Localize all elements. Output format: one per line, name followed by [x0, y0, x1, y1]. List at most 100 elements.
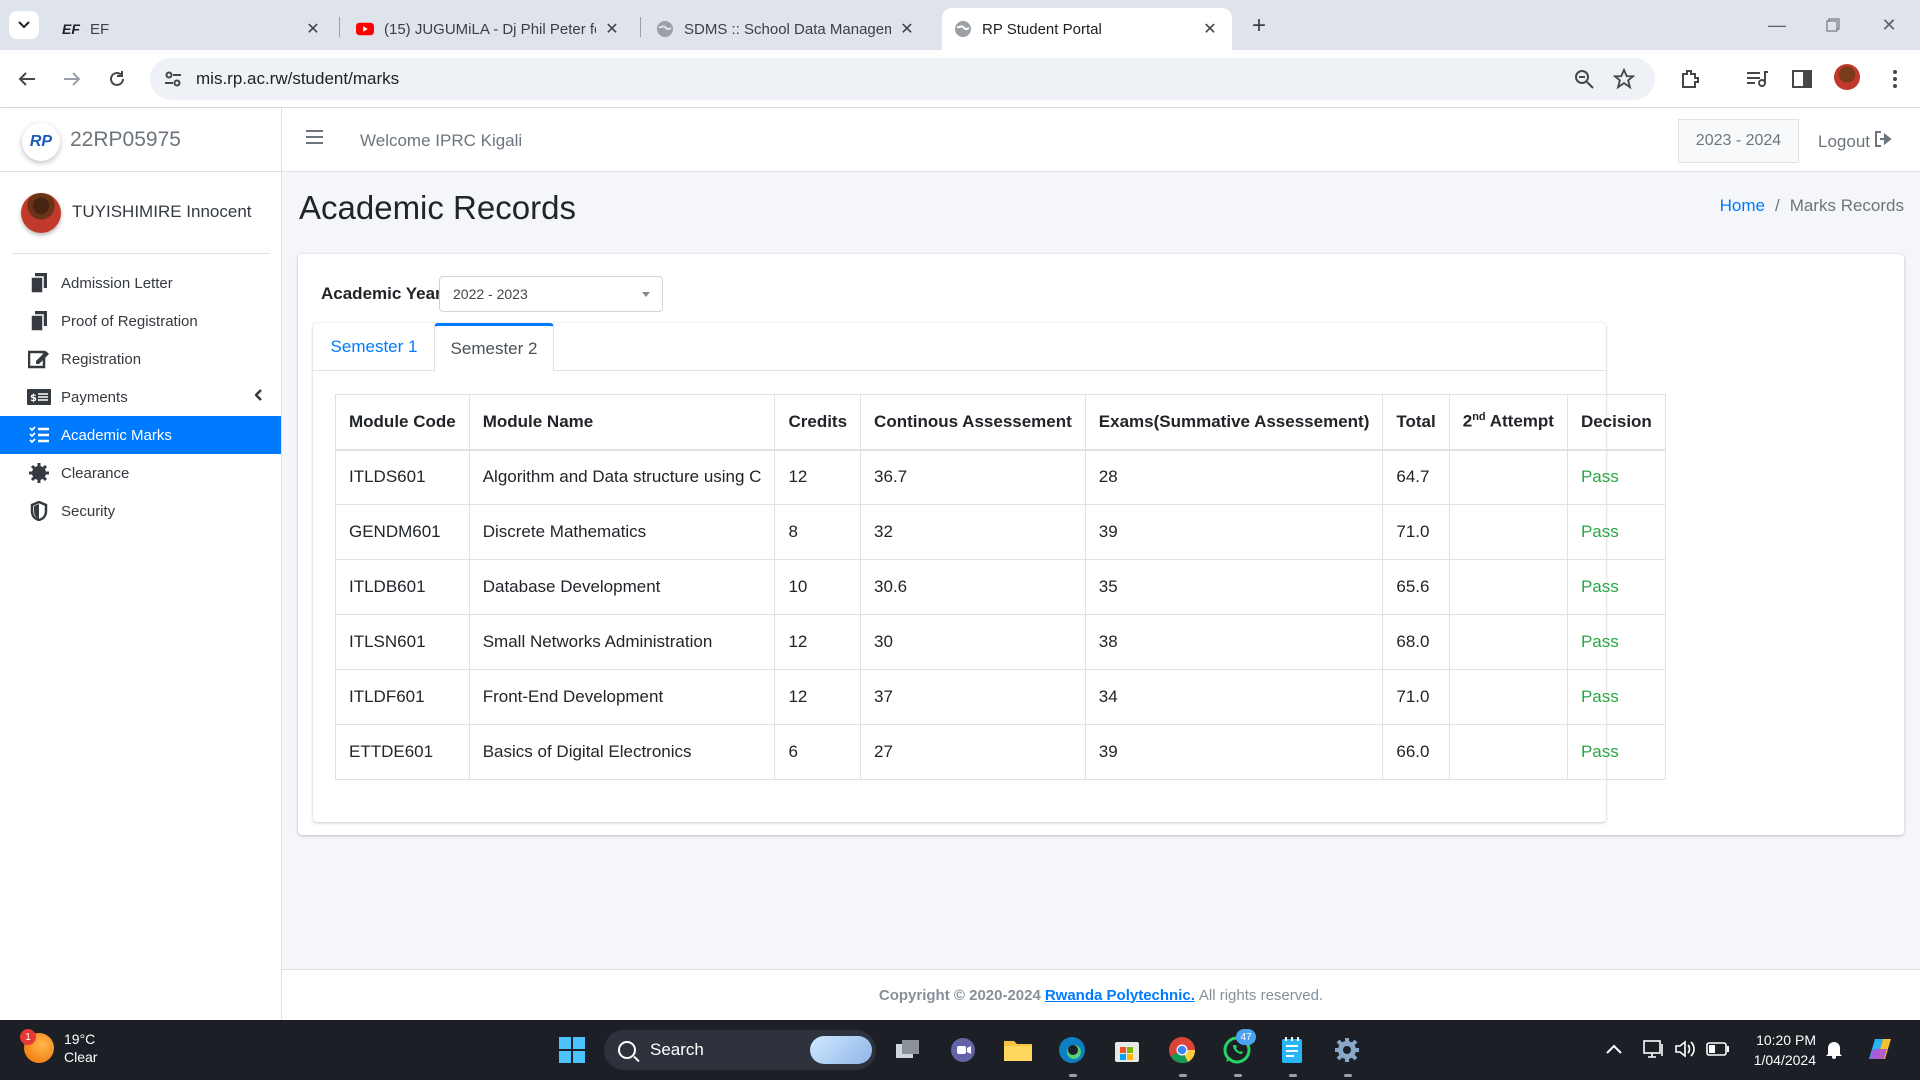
tab-search-button[interactable]: [9, 11, 39, 39]
close-tab-icon[interactable]: ✕: [602, 19, 622, 39]
user-panel: TUYISHIMIRE Innocent: [12, 172, 270, 254]
second-attempt: [1448, 724, 1568, 780]
breadcrumb: Home / Marks Records: [1720, 196, 1904, 216]
chevron-up-icon[interactable]: [1606, 1037, 1622, 1061]
breadcrumb-home[interactable]: Home: [1720, 196, 1765, 216]
whatsapp-badge: 47: [1236, 1029, 1256, 1045]
file-explorer-icon[interactable]: [1001, 1033, 1035, 1067]
brand-text: 22RP05975: [70, 128, 181, 151]
browser-tab-sdms[interactable]: SDMS :: School Data Manageme ✕: [644, 8, 929, 50]
list-icon: [27, 424, 51, 446]
tab-title: (15) JUGUMiLA - Dj Phil Peter fe: [384, 20, 596, 38]
close-tab-icon[interactable]: ✕: [897, 19, 917, 39]
sidebar-item-payments[interactable]: $ Payments: [0, 378, 281, 416]
minimize-icon[interactable]: —: [1762, 10, 1792, 40]
sidebar-item-admission-letter[interactable]: Admission Letter: [0, 264, 281, 302]
sidebar-item-label: Admission Letter: [61, 274, 173, 292]
bookmark-star-icon[interactable]: [1612, 67, 1636, 95]
browser-tab-rp-portal[interactable]: RP Student Portal ✕: [942, 8, 1232, 50]
back-icon[interactable]: [12, 64, 42, 94]
weather-widget[interactable]: 1 19°C Clear: [20, 1029, 97, 1066]
forward-icon[interactable]: [57, 64, 87, 94]
new-tab-button[interactable]: +: [1246, 12, 1272, 39]
battery-icon[interactable]: [1706, 1037, 1730, 1061]
dropdown-arrow-icon: [642, 292, 650, 297]
browser-menu-icon[interactable]: [1880, 64, 1910, 94]
credits: 10: [774, 559, 862, 615]
module-name: Basics of Digital Electronics: [468, 724, 776, 780]
browser-tab-ef[interactable]: EF EF ✕: [50, 8, 335, 50]
tab-semester-1[interactable]: Semester 1: [313, 323, 435, 371]
edge-browser-icon[interactable]: [1055, 1033, 1089, 1067]
globe-icon: [954, 20, 972, 38]
close-tab-icon[interactable]: ✕: [303, 19, 323, 39]
address-bar[interactable]: mis.rp.ac.rw/student/marks: [150, 58, 1655, 100]
chrome-icon[interactable]: [1165, 1033, 1199, 1067]
sidebar-item-academic-marks[interactable]: Academic Marks: [0, 416, 281, 454]
footer-org-link[interactable]: Rwanda Polytechnic.: [1045, 987, 1195, 1004]
volume-icon[interactable]: [1674, 1037, 1696, 1061]
notification-bell-icon[interactable]: [1825, 1037, 1843, 1061]
continuous-assessment: 30.6: [860, 559, 1086, 615]
running-indicator: [1289, 1074, 1297, 1077]
teams-chat-icon[interactable]: [946, 1033, 980, 1067]
logout-link[interactable]: Logout: [1818, 131, 1892, 152]
continuous-assessment: 32: [860, 504, 1086, 560]
chevron-left-icon[interactable]: [254, 388, 263, 404]
main-header: Welcome IPRC Kigali 2023 - 2024 Logout: [282, 108, 1920, 172]
media-control-icon[interactable]: [1742, 64, 1772, 94]
academic-year-button[interactable]: 2023 - 2024: [1678, 119, 1799, 163]
reload-icon[interactable]: [102, 64, 132, 94]
side-panel-icon[interactable]: [1787, 64, 1817, 94]
taskbar-search[interactable]: Search: [604, 1030, 876, 1070]
exam-score: 34: [1084, 669, 1384, 725]
exam-score: 35: [1084, 559, 1384, 615]
system-clock[interactable]: 10:20 PM 1/04/2024: [1740, 1030, 1816, 1070]
restore-icon[interactable]: [1818, 10, 1848, 40]
copilot-icon[interactable]: [1865, 1037, 1895, 1061]
task-view-icon[interactable]: [891, 1033, 925, 1067]
sidebar-item-clearance[interactable]: Clearance: [0, 454, 281, 492]
sidebar-item-registration[interactable]: Registration: [0, 340, 281, 378]
decision: Pass: [1566, 449, 1666, 505]
table-row: ITLDF601 Front-End Development 12 37 34 …: [335, 669, 1666, 725]
avatar: [21, 193, 61, 233]
url-text[interactable]: mis.rp.ac.rw/student/marks: [196, 69, 399, 89]
close-window-icon[interactable]: ✕: [1874, 10, 1904, 40]
network-icon[interactable]: [1643, 1037, 1665, 1061]
second-attempt: [1448, 504, 1568, 560]
profile-avatar[interactable]: [1834, 64, 1860, 90]
browser-tab-bar: EF EF ✕ (15) JUGUMiLA - Dj Phil Peter fe…: [0, 0, 1920, 50]
col-module-name: Module Name: [468, 394, 776, 451]
continuous-assessment: 30: [860, 614, 1086, 670]
svg-text:$: $: [30, 393, 37, 404]
menu-toggle-icon[interactable]: [306, 130, 326, 148]
taskbar-search-label: Search: [650, 1040, 704, 1059]
exam-score: 28: [1084, 449, 1384, 505]
browser-tab-youtube[interactable]: (15) JUGUMiLA - Dj Phil Peter fe ✕: [344, 8, 634, 50]
credits: 12: [774, 449, 862, 505]
user-name[interactable]: TUYISHIMIRE Innocent: [72, 202, 252, 222]
settings-gear-icon[interactable]: [1330, 1033, 1364, 1067]
microsoft-store-icon[interactable]: [1110, 1033, 1144, 1067]
tab-semester-2[interactable]: Semester 2: [434, 323, 554, 372]
breadcrumb-current: Marks Records: [1789, 196, 1904, 215]
footer: Copyright © 2020-2024 Rwanda Polytechnic…: [282, 969, 1920, 1020]
academic-year-select[interactable]: 2022 - 2023: [439, 276, 663, 312]
zoom-icon[interactable]: [1573, 68, 1595, 95]
sidebar-item-proof-of-registration[interactable]: Proof of Registration: [0, 302, 281, 340]
extensions-icon[interactable]: [1675, 64, 1705, 94]
sidebar-item-security[interactable]: Security: [0, 492, 281, 530]
edit-icon: [27, 348, 51, 370]
exam-score: 38: [1084, 614, 1384, 670]
tab-title: SDMS :: School Data Manageme: [684, 20, 891, 38]
running-indicator: [1069, 1074, 1077, 1077]
site-settings-icon[interactable]: [163, 69, 183, 94]
table-row: ITLSN601 Small Networks Administration 1…: [335, 614, 1666, 670]
windows-start-icon[interactable]: [555, 1033, 589, 1067]
brand-link[interactable]: RP 22RP05975: [0, 108, 281, 172]
credits: 8: [774, 504, 862, 560]
tab-title: EF: [90, 20, 110, 38]
notepad-icon[interactable]: [1275, 1033, 1309, 1067]
close-tab-icon[interactable]: ✕: [1200, 19, 1220, 39]
